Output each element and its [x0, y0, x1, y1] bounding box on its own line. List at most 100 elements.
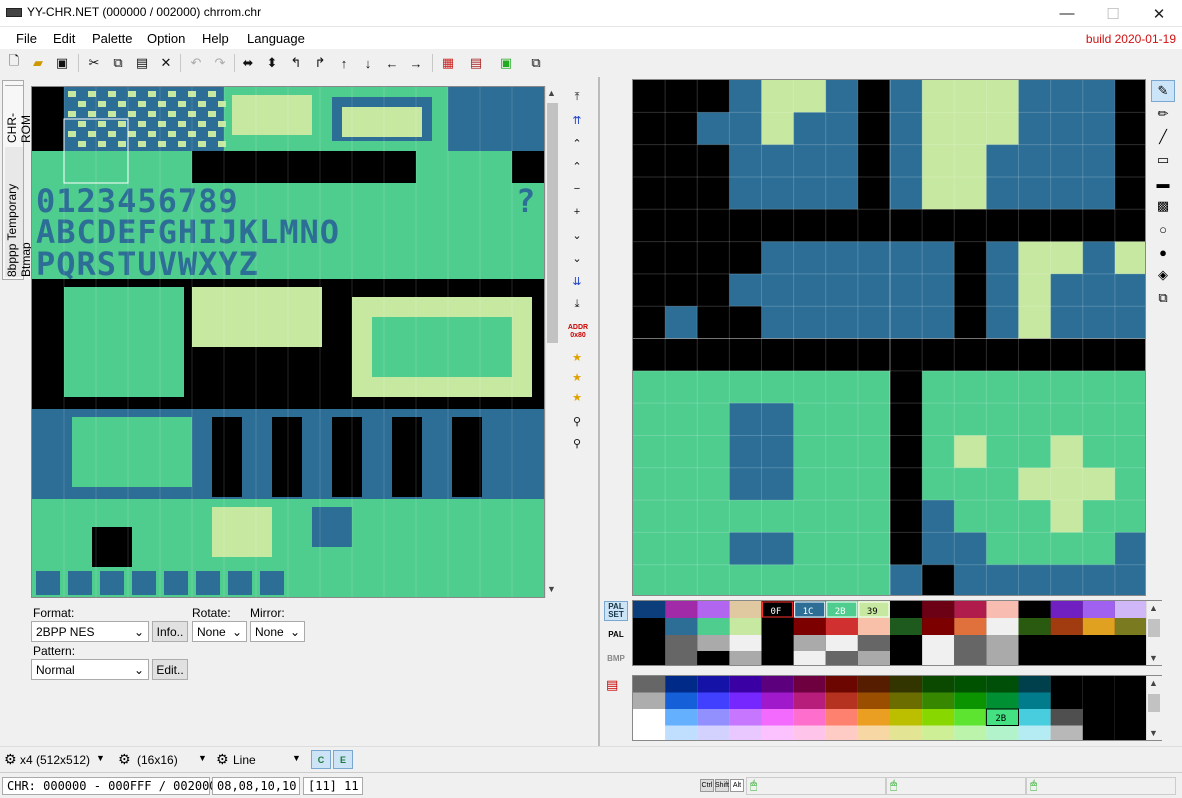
editor-pixel: [954, 532, 987, 566]
palette-set-grid[interactable]: 0F 1C 2B 39: [632, 600, 1162, 666]
shift-left-icon[interactable]: ←: [382, 53, 402, 73]
zoom-setting[interactable]: x4 (512x512): [20, 753, 90, 767]
nav-plus-icon[interactable]: +: [568, 203, 586, 221]
external-link-icon[interactable]: ⧉: [526, 53, 546, 73]
menu-palette[interactable]: Palette: [92, 31, 132, 46]
menu-option[interactable]: Option: [147, 31, 185, 46]
flip-vertical-icon[interactable]: ⬍: [262, 53, 282, 73]
nav-up-icon[interactable]: ⌃: [568, 157, 586, 175]
pal-button[interactable]: PAL: [604, 625, 628, 645]
tile-editor-pixels[interactable]: [633, 80, 1146, 596]
tile-editor-canvas[interactable]: [632, 79, 1146, 596]
menu-file[interactable]: File: [16, 31, 37, 46]
close-button[interactable]: ✕: [1136, 0, 1182, 27]
chevron-down-icon[interactable]: ▼: [292, 753, 301, 763]
chevron-down-icon[interactable]: ▼: [96, 753, 105, 763]
chr-tile-canvas[interactable]: 0123456789 ABCDEFGHIJKLMNO PQRSTUVWXYZ?: [31, 86, 545, 598]
nav-minus-icon[interactable]: −: [568, 180, 586, 198]
bookmark-next-icon[interactable]: ★: [568, 388, 586, 406]
palette-scroll-thumb[interactable]: [1148, 619, 1160, 637]
shift-up-icon[interactable]: ↑: [334, 53, 354, 73]
tab-temporary-bitmap[interactable]: 8bppp Temporary Btmap: [5, 147, 33, 277]
undo-icon[interactable]: ↶: [186, 53, 206, 73]
open-folder-icon[interactable]: ▰: [28, 53, 48, 73]
mirror-select[interactable]: None ⌄: [250, 621, 305, 642]
nav-fast-up-icon[interactable]: ⌃: [568, 134, 586, 152]
palette-set-swatches[interactable]: 0F 1C 2B 39: [633, 601, 1147, 666]
scroll-down-icon[interactable]: ▼: [1149, 728, 1158, 738]
rotate-left-icon[interactable]: ↰: [286, 53, 306, 73]
chevron-down-icon[interactable]: ▼: [198, 753, 207, 763]
pen-tool-icon[interactable]: ✎: [1151, 80, 1175, 102]
replace-color-tool-icon[interactable]: ⧉: [1151, 287, 1175, 309]
nav-top-icon[interactable]: ⤒: [568, 88, 586, 106]
gear-icon[interactable]: ⚙: [216, 751, 229, 768]
pencil-tool-icon[interactable]: ✏: [1151, 103, 1175, 125]
editor-pixel: [665, 435, 698, 469]
palette-edit-icon[interactable]: ▤: [466, 53, 486, 73]
zoom-in-icon[interactable]: ⚲: [568, 412, 586, 430]
menu-edit[interactable]: Edit: [53, 31, 75, 46]
format-select[interactable]: 2BPP NES ⌄: [31, 621, 149, 642]
minimize-button[interactable]: —: [1044, 0, 1090, 27]
delete-icon[interactable]: ✕: [156, 53, 176, 73]
fill-bucket-icon[interactable]: ◈: [1151, 264, 1175, 286]
palette-edit-icon[interactable]: ▤: [606, 677, 618, 693]
rectangle-tool-icon[interactable]: ▭: [1151, 149, 1175, 171]
scroll-up-icon[interactable]: ▲: [547, 88, 556, 98]
tile-grid-toggle-icon[interactable]: C: [311, 750, 331, 769]
save-palette-icon[interactable]: ▣: [496, 53, 516, 73]
address-jump-icon[interactable]: ADDR 0x80: [567, 324, 589, 340]
nes-color-swatches[interactable]: 2B: [633, 676, 1147, 741]
save-icon[interactable]: ▣: [52, 53, 72, 73]
new-file-icon[interactable]: 🗋: [4, 53, 24, 73]
gear-icon[interactable]: ⚙: [118, 751, 131, 768]
nav-down-icon[interactable]: ⌄: [568, 226, 586, 244]
panel-divider[interactable]: [598, 77, 600, 746]
nav-fast-down-icon[interactable]: ⌄: [568, 249, 586, 267]
bookmark-add-icon[interactable]: ★: [568, 348, 586, 366]
copy-icon[interactable]: ⧉: [108, 53, 128, 73]
nav-page-down-icon[interactable]: ⇊: [568, 272, 586, 290]
nes-master-palette[interactable]: 2B: [632, 675, 1162, 741]
gear-icon[interactable]: ⚙: [4, 751, 17, 768]
flip-horizontal-icon[interactable]: ⬌: [238, 53, 258, 73]
pattern-select[interactable]: Normal ⌄: [31, 659, 149, 680]
maximize-button[interactable]: ☐: [1090, 0, 1136, 27]
circle-tool-icon[interactable]: ○: [1151, 218, 1175, 240]
menu-help[interactable]: Help: [202, 31, 229, 46]
filled-rectangle-tool-icon[interactable]: ▬: [1151, 172, 1175, 194]
grid-setting[interactable]: (16x16): [137, 753, 178, 767]
chr-scroll-thumb[interactable]: [547, 103, 558, 343]
nes-scroll-thumb[interactable]: [1148, 694, 1160, 712]
zoom-out-icon[interactable]: ⚲: [568, 434, 586, 452]
line-tool-icon[interactable]: ╱: [1151, 126, 1175, 148]
chr-tile-art[interactable]: 0123456789ABCDEFGHIJKLMNOPQRSTUVWXYZ?: [32, 87, 545, 598]
color-replace-icon[interactable]: ▦: [438, 53, 458, 73]
info-button[interactable]: Info..: [152, 621, 188, 642]
nav-page-up-icon[interactable]: ⇈: [568, 111, 586, 129]
filled-circle-tool-icon[interactable]: ●: [1151, 241, 1175, 263]
redo-icon[interactable]: ↷: [210, 53, 230, 73]
nav-bottom-icon[interactable]: ⤓: [568, 295, 586, 313]
shift-right-icon[interactable]: →: [406, 53, 426, 73]
scroll-down-icon[interactable]: ▼: [547, 584, 556, 594]
edit-grid-toggle-icon[interactable]: E: [333, 750, 353, 769]
line-setting[interactable]: Line: [233, 753, 256, 767]
pattern-rectangle-tool-icon[interactable]: ▩: [1151, 195, 1175, 217]
tab-chr-rom[interactable]: CHR-ROM: [5, 85, 33, 143]
menu-language[interactable]: Language: [247, 31, 305, 46]
paste-icon[interactable]: ▤: [132, 53, 152, 73]
edit-pattern-button[interactable]: Edit..: [152, 659, 188, 680]
nes-color-swatch: [857, 692, 890, 709]
bmp-button[interactable]: BMP: [604, 649, 628, 669]
scroll-down-icon[interactable]: ▼: [1149, 653, 1158, 663]
scroll-up-icon[interactable]: ▲: [1149, 678, 1158, 688]
rotate-right-icon[interactable]: ↱: [310, 53, 330, 73]
cut-icon[interactable]: ✂: [84, 53, 104, 73]
palset-button[interactable]: PAL SET: [604, 601, 628, 621]
rotate-select[interactable]: None ⌄: [192, 621, 247, 642]
bookmark-prev-icon[interactable]: ★: [568, 368, 586, 386]
scroll-up-icon[interactable]: ▲: [1149, 603, 1158, 613]
shift-down-icon[interactable]: ↓: [358, 53, 378, 73]
